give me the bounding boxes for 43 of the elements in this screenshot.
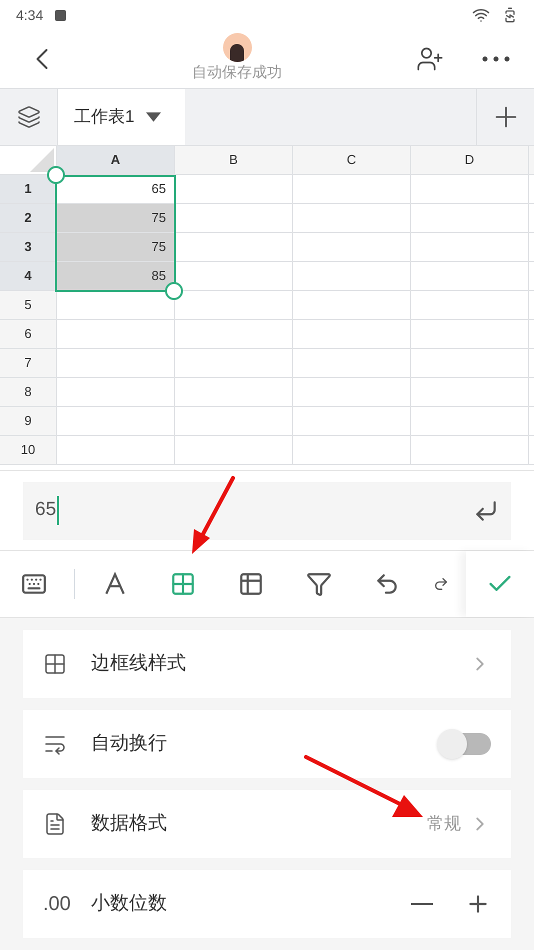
avatar[interactable]: [222, 33, 252, 62]
table-cell: 75: [57, 204, 175, 232]
select-all-corner[interactable]: [30, 148, 54, 172]
grid-icon: [170, 571, 196, 597]
table-icon: [238, 571, 264, 597]
status-time: 4:34: [16, 6, 44, 24]
column-header[interactable]: D: [411, 146, 529, 174]
table-cell: 75: [57, 233, 175, 261]
column-header[interactable]: B: [175, 146, 293, 174]
column-header[interactable]: C: [293, 146, 411, 174]
minus-icon: [411, 903, 433, 905]
setting-label: 数据格式: [91, 812, 167, 836]
row-header[interactable]: 10: [0, 436, 57, 464]
sheet-tab[interactable]: 工作表1: [58, 89, 185, 145]
settings-row[interactable]: 自动换行: [23, 710, 511, 778]
cell-input-field[interactable]: 65: [23, 482, 511, 540]
dropdown-icon: [146, 112, 162, 122]
settings-row[interactable]: .00 小数位数: [23, 870, 511, 938]
wifi-icon: [472, 6, 490, 24]
selection-handle[interactable]: [165, 282, 183, 300]
settings-row[interactable]: 边框线样式: [23, 630, 511, 698]
layers-icon: [16, 105, 40, 129]
row-header[interactable]: 2: [0, 204, 57, 232]
row-header[interactable]: 3: [0, 233, 57, 261]
setting-value: 常规: [427, 813, 461, 836]
settings-row[interactable]: 数据格式 常规: [23, 790, 511, 858]
row-header[interactable]: 7: [0, 349, 57, 377]
setting-label: 小数位数: [91, 892, 167, 916]
row-header[interactable]: 4: [0, 262, 57, 290]
table-cell: 85: [57, 262, 175, 290]
add-user-icon: [416, 45, 444, 73]
row-header[interactable]: 9: [0, 407, 57, 435]
setting-label: 边框线样式: [91, 652, 186, 676]
setting-label: 自动换行: [91, 732, 167, 756]
grid-icon: [43, 652, 67, 676]
filter-icon: [306, 571, 332, 597]
column-header[interactable]: A: [57, 146, 175, 174]
row-header[interactable]: 1: [0, 175, 57, 203]
row-header[interactable]: 8: [0, 378, 57, 406]
row-header[interactable]: 6: [0, 320, 57, 348]
row-header[interactable]: 5: [0, 291, 57, 319]
more-icon: [482, 56, 510, 62]
save-status: 自动保存成功: [192, 63, 282, 84]
